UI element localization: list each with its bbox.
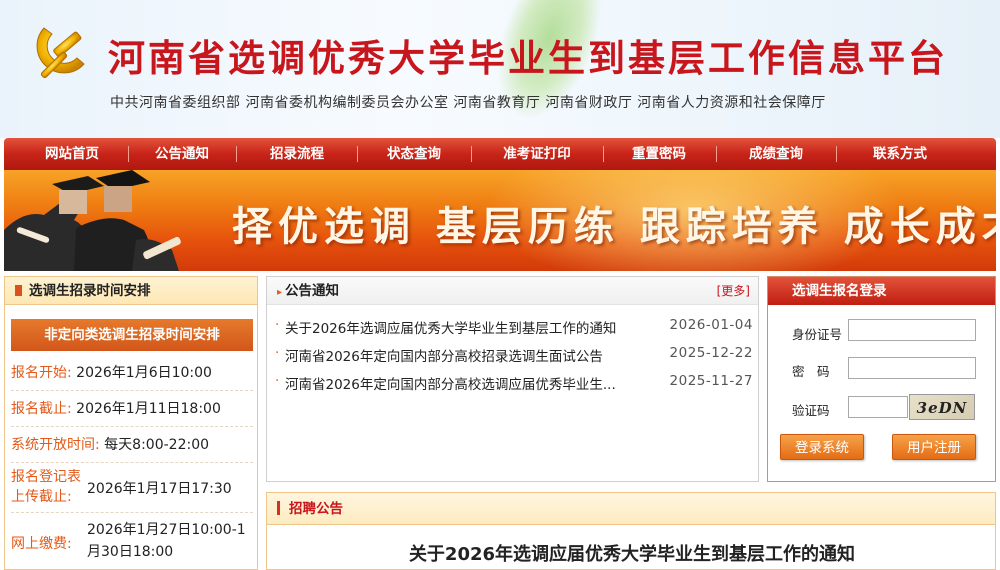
schedule-subheader: 非定向类选调生招录时间安排	[11, 319, 253, 351]
nav-separator	[471, 146, 472, 162]
recruit-headline[interactable]: 关于2026年选调应届优秀大学毕业生到基层工作的通知	[267, 540, 997, 566]
nav-process[interactable]: 招录流程	[238, 138, 356, 170]
schedule-row: 网上缴费: 2026年1月27日10:00-1 月30日18:00	[11, 515, 253, 569]
graduates-image	[4, 170, 181, 271]
recruit-panel: 招聘公告 关于2026年选调应届优秀大学毕业生到基层工作的通知	[266, 492, 996, 570]
arrow-right-icon: ▸	[277, 287, 283, 298]
schedule-label: 网上缴费:	[11, 536, 72, 552]
schedule-panel-header: 选调生招录时间安排	[5, 277, 257, 305]
schedule-value: 每天8:00-22:00	[104, 437, 210, 453]
schedule-label: 报名登记表 上传截止:	[11, 469, 81, 505]
nav-scores[interactable]: 成绩查询	[718, 138, 834, 170]
recruit-panel-header: 招聘公告	[267, 493, 995, 525]
nav-separator	[357, 146, 358, 162]
site-subtitle: 中共河南省委组织部 河南省委机构编制委员会办公室 河南省教育厅 河南省财政厅 河…	[110, 95, 826, 111]
nav-separator	[716, 146, 717, 162]
site-title: 河南省选调优秀大学毕业生到基层工作信息平台	[108, 36, 948, 80]
nav-reset-password[interactable]: 重置密码	[605, 138, 713, 170]
notice-item-date: 2025-11-27	[669, 373, 753, 389]
nav-notices[interactable]: 公告通知	[130, 138, 234, 170]
login-panel: 选调生报名登录 身份证号 密 码 验证码 3eDN 登录系统 用户注册	[767, 276, 996, 482]
password-label: 密 码	[792, 364, 830, 379]
notice-item-date: 2026-01-04	[669, 317, 753, 333]
notice-panel: ▸ 公告通知 [更多] · 关于2026年选调应届优秀大学毕业生到基层工作的通知 …	[266, 276, 759, 482]
captcha-image[interactable]: 3eDN	[909, 394, 975, 420]
schedule-label: 报名截止:	[11, 401, 72, 417]
banner: 择优选调 基层历练 跟踪培养 成长成才	[4, 170, 996, 271]
schedule-row: 报名截止: 2026年1月11日18:00	[11, 391, 253, 427]
notice-item-date: 2025-12-22	[669, 345, 753, 361]
notice-item[interactable]: · 河南省2026年定向国内部分高校选调应届优秀毕业生... 2025-11-2…	[275, 373, 753, 393]
register-button[interactable]: 用户注册	[892, 434, 976, 460]
id-number-label: 身份证号	[792, 327, 843, 342]
nav-separator	[128, 146, 129, 162]
nav-contact[interactable]: 联系方式	[838, 138, 962, 170]
notice-title: ▸ 公告通知	[277, 283, 340, 299]
party-emblem-icon	[36, 27, 85, 79]
nav-separator	[236, 146, 237, 162]
notice-more-link[interactable]: [更多]	[717, 277, 750, 305]
schedule-label: 报名开始:	[11, 365, 72, 381]
schedule-row: 系统开放时间: 每天8:00-22:00	[11, 427, 253, 463]
schedule-row: 报名登记表 上传截止: 2026年1月17日17:30	[11, 463, 253, 513]
captcha-input[interactable]	[848, 396, 908, 418]
nav-status[interactable]: 状态查询	[359, 138, 469, 170]
notice-item-title[interactable]: 河南省2026年定向国内部分高校选调应届优秀毕业生...	[285, 373, 616, 393]
site-header: 河南省选调优秀大学毕业生到基层工作信息平台 中共河南省委组织部 河南省委机构编制…	[0, 0, 1000, 138]
notice-item-title[interactable]: 河南省2026年定向国内部分高校招录选调生面试公告	[285, 345, 603, 365]
schedule-title: 选调生招录时间安排	[29, 283, 151, 299]
nav-separator	[836, 146, 837, 162]
notice-panel-header: ▸ 公告通知 [更多]	[267, 277, 758, 305]
notice-item[interactable]: · 关于2026年选调应届优秀大学毕业生到基层工作的通知 2026-01-04	[275, 317, 753, 337]
id-number-input[interactable]	[848, 319, 976, 341]
schedule-label: 系统开放时间:	[11, 437, 100, 453]
recruit-title: 招聘公告	[289, 501, 343, 517]
bullet-icon: ·	[275, 373, 280, 389]
main-nav: 网站首页 公告通知 招录流程 状态查询 准考证打印 重置密码 成绩查询 联系方式	[4, 138, 996, 170]
notice-item-title[interactable]: 关于2026年选调应届优秀大学毕业生到基层工作的通知	[285, 317, 616, 337]
schedule-row: 报名开始: 2026年1月6日10:00	[11, 355, 253, 391]
schedule-value: 2026年1月11日18:00	[76, 401, 221, 417]
nav-separator	[603, 146, 604, 162]
nav-admission-ticket[interactable]: 准考证打印	[473, 138, 601, 170]
banner-slogan: 择优选调 基层历练 跟踪培养 成长成才	[232, 203, 996, 250]
bullet-icon: ·	[275, 317, 280, 333]
password-input[interactable]	[848, 357, 976, 379]
notice-item[interactable]: · 河南省2026年定向国内部分高校招录选调生面试公告 2025-12-22	[275, 345, 753, 365]
login-button[interactable]: 登录系统	[780, 434, 864, 460]
schedule-value: 2026年1月6日10:00	[76, 365, 212, 381]
login-panel-header: 选调生报名登录	[768, 277, 995, 305]
bar-marker-icon	[277, 501, 280, 515]
square-bullet-icon	[15, 285, 22, 296]
schedule-value: 2026年1月27日10:00-1 月30日18:00	[87, 522, 246, 560]
schedule-value: 2026年1月17日17:30	[87, 481, 232, 497]
bullet-icon: ·	[275, 345, 280, 361]
nav-home[interactable]: 网站首页	[18, 138, 126, 170]
schedule-panel: 选调生招录时间安排 非定向类选调生招录时间安排 报名开始: 2026年1月6日1…	[4, 276, 258, 570]
captcha-label: 验证码	[792, 403, 830, 418]
